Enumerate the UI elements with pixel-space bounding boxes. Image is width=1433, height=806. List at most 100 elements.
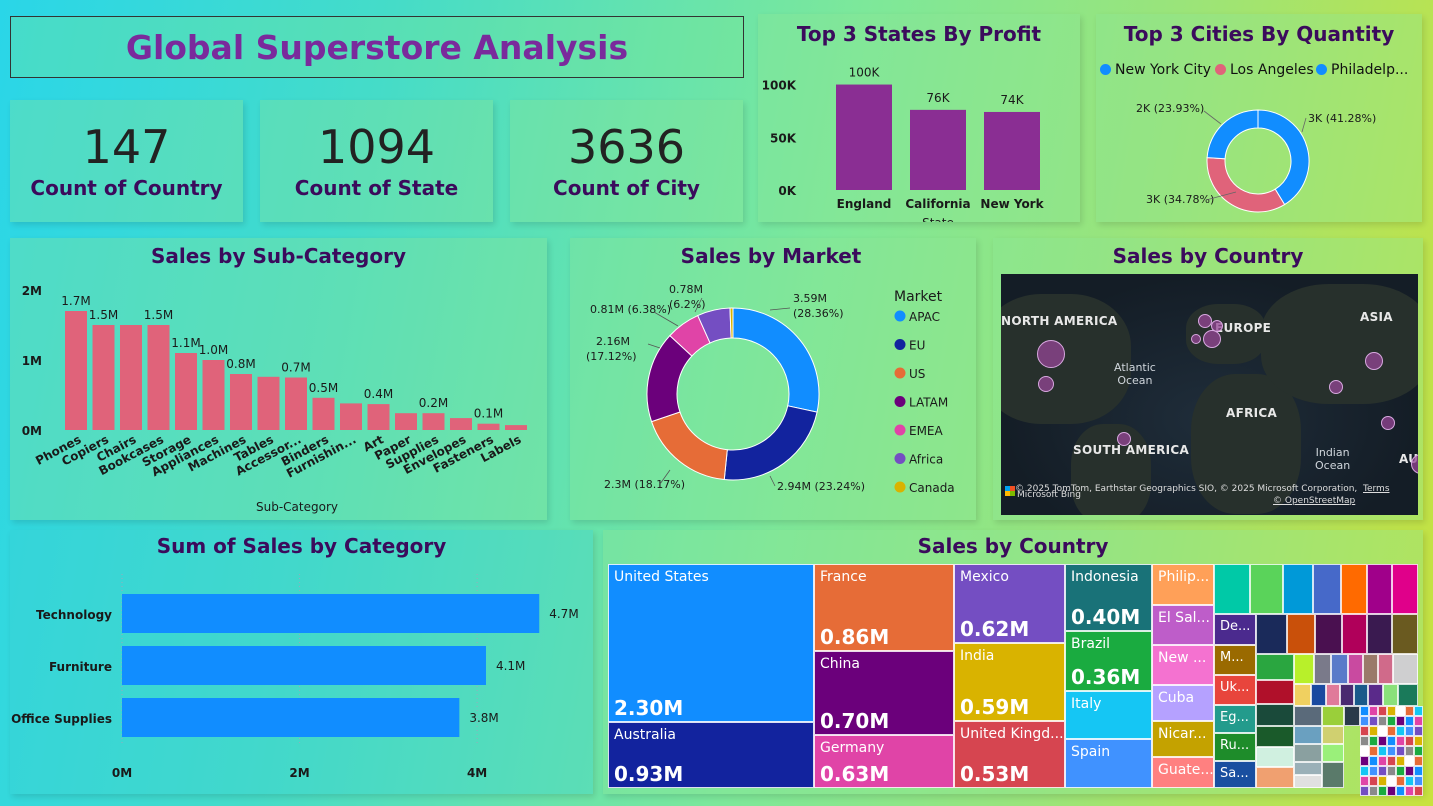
treemap-cell-small[interactable] bbox=[1256, 767, 1294, 788]
treemap-cell-micro[interactable] bbox=[1387, 786, 1396, 796]
treemap-cell-el-sal[interactable]: El Sal... bbox=[1152, 605, 1214, 645]
treemap-cell-micro[interactable] bbox=[1369, 786, 1378, 796]
bar-technology[interactable] bbox=[122, 594, 540, 633]
treemap-cell-united-states[interactable]: United States 2.30M bbox=[608, 564, 814, 722]
treemap-cell-philip[interactable]: Philip... bbox=[1152, 564, 1214, 605]
top-states-panel[interactable]: Top 3 States By Profit 100K 50K 0K 100K Engl… bbox=[758, 14, 1080, 222]
treemap-cell-small[interactable] bbox=[1294, 775, 1322, 788]
treemap-cell-micro[interactable] bbox=[1387, 746, 1396, 756]
treemap-cell-micro[interactable] bbox=[1396, 706, 1405, 716]
donut-slice-los-angeles[interactable] bbox=[1206, 157, 1286, 213]
top-cities-panel[interactable]: Top 3 Cities By Quantity New York City L… bbox=[1096, 14, 1422, 222]
legend-dot-us[interactable] bbox=[894, 367, 906, 379]
treemap-cell-small[interactable] bbox=[1342, 614, 1367, 654]
map-terms-link[interactable]: Terms bbox=[1363, 484, 1390, 494]
donut-slice-eu[interactable] bbox=[723, 405, 818, 481]
leader-line[interactable] bbox=[769, 307, 791, 311]
treemap-cell-micro[interactable] bbox=[1405, 706, 1414, 716]
treemap-cell-small[interactable] bbox=[1322, 726, 1344, 744]
treemap-cell-micro[interactable] bbox=[1405, 766, 1414, 776]
donut-slice-philadelp[interactable] bbox=[1206, 109, 1259, 160]
treemap-cell-small[interactable] bbox=[1294, 684, 1311, 706]
treemap-cell-micro[interactable] bbox=[1396, 766, 1405, 776]
treemap-cell-spain[interactable]: Spain bbox=[1065, 739, 1152, 788]
bar-storage[interactable] bbox=[175, 353, 197, 430]
treemap-cell-small[interactable] bbox=[1283, 564, 1313, 614]
map-bubble-uk[interactable] bbox=[1198, 314, 1212, 328]
treemap-cell-small[interactable] bbox=[1368, 684, 1383, 706]
legend-dot-eu[interactable] bbox=[894, 339, 906, 350]
treemap-cell-small[interactable] bbox=[1367, 614, 1392, 654]
treemap-cell-small[interactable] bbox=[1383, 684, 1398, 706]
treemap-cell-small[interactable] bbox=[1378, 654, 1393, 684]
treemap-cell-micro[interactable] bbox=[1414, 706, 1423, 716]
treemap-cell-micro[interactable] bbox=[1387, 756, 1396, 766]
legend-dot-emea[interactable] bbox=[894, 424, 906, 436]
treemap-cell-micro[interactable] bbox=[1369, 756, 1378, 766]
leader-line[interactable] bbox=[1301, 117, 1307, 133]
treemap-cell-small[interactable] bbox=[1344, 706, 1360, 726]
treemap-cell-guate[interactable]: Guate... bbox=[1152, 757, 1214, 788]
treemap-cell-micro[interactable] bbox=[1369, 726, 1378, 736]
leader-line[interactable] bbox=[647, 343, 661, 349]
treemap-cell-small[interactable] bbox=[1256, 726, 1294, 747]
treemap-cell-micro[interactable] bbox=[1414, 776, 1423, 786]
treemap-cell-micro[interactable] bbox=[1396, 776, 1405, 786]
treemap-cell-micro[interactable] bbox=[1378, 786, 1387, 796]
treemap-cell-sa[interactable]: Sa... bbox=[1214, 761, 1256, 788]
treemap-cell-nicar[interactable]: Nicar... bbox=[1152, 721, 1214, 757]
treemap-cell-micro[interactable] bbox=[1360, 756, 1369, 766]
treemap-cell-small[interactable] bbox=[1294, 744, 1322, 762]
map-bubble-australia[interactable] bbox=[1411, 454, 1418, 474]
treemap-chart[interactable]: United States 2.30M Australia 0.93M France 0.… bbox=[608, 564, 1423, 796]
treemap-cell-micro[interactable] bbox=[1414, 726, 1423, 736]
leader-line[interactable] bbox=[769, 475, 776, 487]
treemap-cell-micro[interactable] bbox=[1378, 716, 1387, 726]
bar-paper[interactable] bbox=[395, 413, 417, 430]
treemap-cell-micro[interactable] bbox=[1378, 776, 1387, 786]
treemap-cell-micro[interactable] bbox=[1360, 706, 1369, 716]
treemap-cell-de[interactable]: De... bbox=[1214, 614, 1256, 645]
treemap-cell-indonesia[interactable]: Indonesia 0.40M bbox=[1065, 564, 1152, 631]
legend-dot-apac[interactable] bbox=[894, 310, 906, 322]
kpi-card-state[interactable]: 1094 Count of State bbox=[260, 100, 493, 222]
treemap-cell-eg[interactable]: Eg... bbox=[1214, 705, 1256, 733]
bar-california[interactable] bbox=[910, 109, 966, 190]
treemap-cell-micro[interactable] bbox=[1360, 786, 1369, 796]
treemap-cell-small[interactable] bbox=[1256, 680, 1294, 704]
treemap-cell-micro[interactable] bbox=[1360, 766, 1369, 776]
bar-furniture[interactable] bbox=[122, 646, 486, 685]
treemap-cell-small[interactable] bbox=[1326, 684, 1340, 706]
treemap-cell-micro[interactable] bbox=[1378, 726, 1387, 736]
treemap-cell-micro[interactable] bbox=[1369, 746, 1378, 756]
treemap-cell-micro[interactable] bbox=[1360, 776, 1369, 786]
map-bubble-france[interactable] bbox=[1203, 330, 1221, 348]
treemap-cell-china[interactable]: China 0.70M bbox=[814, 651, 954, 735]
treemap-cell-micro[interactable] bbox=[1387, 726, 1396, 736]
treemap-cell-small[interactable] bbox=[1294, 706, 1322, 726]
treemap-cell-small[interactable] bbox=[1214, 564, 1250, 614]
treemap-cell-m[interactable]: M... bbox=[1214, 645, 1256, 675]
bar-office-supplies[interactable] bbox=[122, 698, 460, 737]
treemap-cell-small[interactable] bbox=[1256, 614, 1287, 654]
map-bubble-china[interactable] bbox=[1365, 352, 1383, 370]
treemap-cell-small[interactable] bbox=[1322, 744, 1344, 762]
map-bubble-india[interactable] bbox=[1329, 380, 1343, 394]
treemap-cell-micro[interactable] bbox=[1369, 766, 1378, 776]
treemap-cell-micro[interactable] bbox=[1378, 746, 1387, 756]
treemap-cell-micro[interactable] bbox=[1396, 786, 1405, 796]
treemap-cell-micro[interactable] bbox=[1360, 746, 1369, 756]
treemap-cell-micro[interactable] bbox=[1387, 716, 1396, 726]
bar-machines[interactable] bbox=[230, 374, 252, 430]
treemap-cell-micro[interactable] bbox=[1360, 726, 1369, 736]
treemap-cell-germany[interactable]: Germany 0.63M bbox=[814, 735, 954, 788]
map-osm-link[interactable]: © OpenStreetMap bbox=[1273, 496, 1355, 506]
treemap-cell-micro[interactable] bbox=[1396, 756, 1405, 766]
treemap-cell-new[interactable]: New ... bbox=[1152, 645, 1214, 685]
treemap-cell-small[interactable] bbox=[1392, 614, 1418, 654]
treemap-cell-micro[interactable] bbox=[1405, 726, 1414, 736]
treemap-cell-micro[interactable] bbox=[1405, 786, 1414, 796]
bar-chairs[interactable] bbox=[120, 325, 142, 430]
treemap-cell-micro[interactable] bbox=[1405, 776, 1414, 786]
treemap-cell-small[interactable] bbox=[1287, 614, 1315, 654]
